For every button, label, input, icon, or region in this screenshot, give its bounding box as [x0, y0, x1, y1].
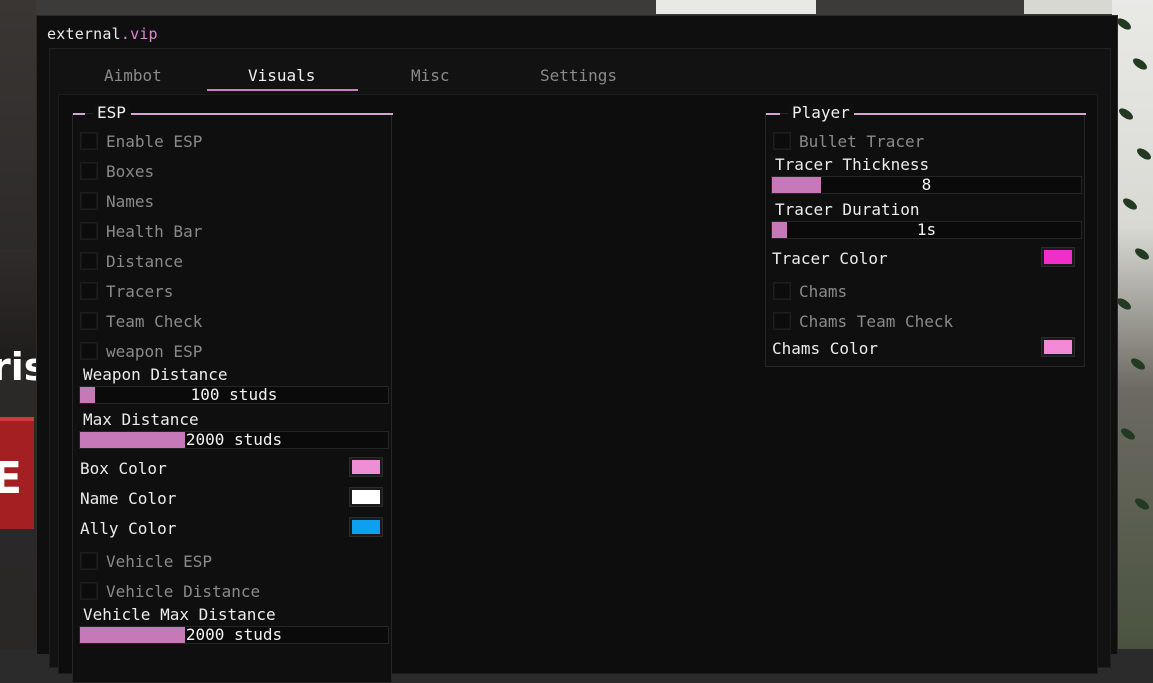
esp-group-accent-line-right	[131, 113, 393, 115]
tracer-color-fill	[1044, 250, 1072, 264]
vehicle-distance-checkbox[interactable]	[80, 582, 98, 600]
boxes-label: Boxes	[106, 161, 155, 181]
vehicle-distance-row[interactable]: Vehicle Distance	[80, 579, 260, 603]
vehicle-max-distance-slider[interactable]: 2000 studs	[79, 626, 389, 644]
max-distance-value: 2000 studs	[185, 430, 283, 449]
names-row[interactable]: Names	[80, 189, 154, 213]
player-group: Player Bullet Tracer Tracer Thickness 8 …	[765, 104, 1086, 367]
weapon-distance-slider[interactable]: 100 studs	[79, 386, 389, 404]
tab-misc[interactable]: Misc	[411, 66, 450, 85]
esp-group-title: ESP	[93, 104, 130, 122]
names-checkbox[interactable]	[80, 192, 98, 210]
active-tab-indicator	[207, 89, 358, 91]
vehicle-max-distance-label: Vehicle Max Distance	[83, 605, 276, 624]
names-label: Names	[106, 191, 155, 211]
vehicle-max-distance-value: 2000 studs	[185, 625, 283, 644]
vehicle-esp-label: Vehicle ESP	[106, 551, 212, 571]
background-sky-patch-2	[1024, 0, 1112, 14]
boxes-row[interactable]: Boxes	[80, 159, 154, 183]
distance-row[interactable]: Distance	[80, 249, 183, 273]
tracers-row[interactable]: Tracers	[80, 279, 173, 303]
chams-row[interactable]: Chams	[773, 279, 847, 303]
boxes-checkbox[interactable]	[80, 162, 98, 180]
bullet-tracer-row[interactable]: Bullet Tracer	[773, 129, 924, 153]
tracer-thickness-label: Tracer Thickness	[775, 155, 930, 174]
tracers-checkbox[interactable]	[80, 282, 98, 300]
tab-content-area: ESP Enable ESP Boxes Names Health Bar Di…	[58, 94, 1098, 683]
distance-label: Distance	[106, 251, 184, 271]
window-title-main: external	[47, 25, 121, 43]
window-title: external.vip	[47, 25, 158, 43]
ally-color-fill	[352, 520, 380, 534]
tracer-color-swatch[interactable]	[1041, 247, 1075, 267]
enable-esp-checkbox[interactable]	[80, 132, 98, 150]
chams-label: Chams	[799, 281, 848, 301]
player-group-accent-line-right	[852, 113, 1086, 115]
background-pole	[0, 250, 36, 360]
box-color-fill	[352, 460, 380, 474]
background-left-strip: ris E	[0, 0, 46, 649]
window-title-accent: .vip	[120, 25, 158, 43]
chams-color-swatch[interactable]	[1041, 337, 1075, 357]
max-distance-slider[interactable]: 2000 studs	[79, 431, 389, 449]
tracer-thickness-value: 8	[921, 175, 932, 194]
weapon-esp-row[interactable]: weapon ESP	[80, 339, 202, 363]
name-color-fill	[352, 490, 380, 504]
chams-team-check-row[interactable]: Chams Team Check	[773, 309, 953, 333]
tracer-duration-slider[interactable]: 1s	[771, 221, 1082, 239]
chams-checkbox[interactable]	[773, 282, 791, 300]
tracer-duration-value: 1s	[916, 220, 937, 239]
ally-color-label: Ally Color	[80, 519, 177, 538]
name-color-swatch[interactable]	[349, 487, 383, 507]
chams-color-fill	[1044, 340, 1072, 354]
player-group-title: Player	[788, 104, 854, 122]
weapon-esp-label: weapon ESP	[106, 341, 203, 361]
chams-team-check-label: Chams Team Check	[799, 311, 954, 331]
tab-visuals[interactable]: Visuals	[248, 66, 315, 85]
esp-group: ESP Enable ESP Boxes Names Health Bar Di…	[72, 104, 393, 683]
weapon-esp-checkbox[interactable]	[80, 342, 98, 360]
ally-color-swatch[interactable]	[349, 517, 383, 537]
vehicle-esp-row[interactable]: Vehicle ESP	[80, 549, 212, 573]
background-sky-patch	[656, 0, 816, 14]
team-check-label: Team Check	[106, 311, 203, 331]
max-distance-label: Max Distance	[83, 410, 199, 429]
tab-settings[interactable]: Settings	[540, 66, 617, 85]
esp-group-accent-line-left	[73, 113, 85, 115]
chams-color-label: Chams Color	[772, 339, 878, 358]
box-color-swatch[interactable]	[349, 457, 383, 477]
team-check-row[interactable]: Team Check	[80, 309, 202, 333]
menu-window: external.vip Aimbot Visuals Misc Setting…	[36, 15, 1118, 683]
health-bar-checkbox[interactable]	[80, 222, 98, 240]
background-right-foliage	[1112, 0, 1153, 649]
tracers-label: Tracers	[106, 281, 174, 301]
player-group-accent-line-left	[766, 113, 780, 115]
tracer-color-label: Tracer Color	[772, 249, 888, 268]
bullet-tracer-label: Bullet Tracer	[799, 131, 925, 151]
enable-esp-label: Enable ESP	[106, 131, 203, 151]
bullet-tracer-checkbox[interactable]	[773, 132, 791, 150]
weapon-distance-value: 100 studs	[190, 385, 278, 404]
chams-team-check-checkbox[interactable]	[773, 312, 791, 330]
name-color-label: Name Color	[80, 489, 177, 508]
background-top-strip	[36, 0, 1112, 16]
health-bar-label: Health Bar	[106, 221, 203, 241]
tab-aimbot[interactable]: Aimbot	[104, 66, 162, 85]
enable-esp-row[interactable]: Enable ESP	[80, 129, 202, 153]
team-check-checkbox[interactable]	[80, 312, 98, 330]
distance-checkbox[interactable]	[80, 252, 98, 270]
weapon-distance-label: Weapon Distance	[83, 365, 228, 384]
vehicle-esp-checkbox[interactable]	[80, 552, 98, 570]
vehicle-distance-label: Vehicle Distance	[106, 581, 261, 601]
tracer-duration-label: Tracer Duration	[775, 200, 920, 219]
box-color-label: Box Color	[80, 459, 167, 478]
health-bar-row[interactable]: Health Bar	[80, 219, 202, 243]
tracer-thickness-slider[interactable]: 8	[771, 176, 1082, 194]
background-red-sign: E	[0, 417, 34, 529]
